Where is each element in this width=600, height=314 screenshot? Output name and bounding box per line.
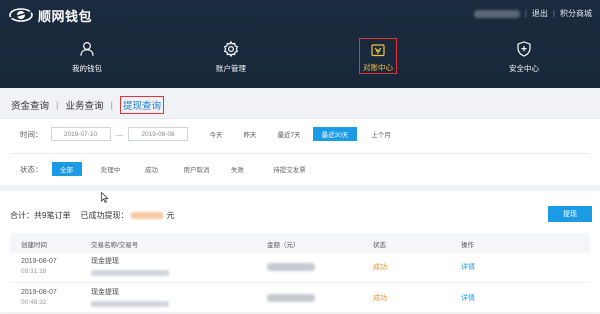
status-success-button[interactable]: 成功 — [137, 162, 167, 176]
created-time: 00:48:32 — [21, 299, 47, 306]
main-nav: 我的钱包 账户管理 对账中心 安全中心 — [0, 30, 600, 88]
created-time-cell: 2019-08-07 00:48:32 — [21, 288, 57, 308]
nav-label: 我的钱包 — [72, 64, 102, 73]
summary-bar: 合计：共9笔订单 已成功提现： 元 — [10, 210, 174, 221]
gear-icon — [223, 40, 239, 58]
tab-business-query[interactable]: 业务查询 — [65, 98, 103, 112]
separator: | — [524, 9, 527, 18]
status-user-cancelled-button[interactable]: 用户取消 — [177, 162, 217, 176]
logout-link[interactable]: 退出 — [532, 8, 548, 19]
column-header: 操作 — [461, 242, 474, 249]
quick-yesterday-button[interactable]: 昨天 — [235, 127, 265, 141]
status-pending-invoice-button[interactable]: 待提交发票 — [263, 162, 317, 176]
transaction-id-blurred — [91, 301, 169, 307]
details-link[interactable]: 详情 — [461, 293, 475, 303]
tab-fund-query[interactable]: 资金查询 — [11, 98, 49, 112]
shield-icon — [517, 41, 531, 57]
quick-last-month-button[interactable]: 上个月 — [359, 127, 403, 141]
table-row: 2019-08-07 09:31:18 现金提现 成功 详情 — [10, 253, 590, 283]
amount-blurred — [267, 294, 315, 302]
end-date-input[interactable]: 2019-08-08 — [128, 127, 188, 141]
status-label: 状态： — [20, 164, 43, 174]
transaction-name: 现金提现 — [91, 289, 119, 296]
section-gap — [0, 185, 600, 191]
date-range-dash: — — [115, 129, 124, 139]
table-header: 创建时间 交易名称/交易号 金额（元） 状态 操作 — [10, 233, 590, 253]
nav-label: 安全中心 — [509, 64, 539, 73]
created-time: 09:31:18 — [21, 268, 47, 275]
withdraw-button[interactable]: 提现 — [548, 206, 592, 222]
separator: | — [552, 9, 555, 18]
divider — [10, 153, 590, 154]
status-badge: 成功 — [373, 295, 387, 302]
table-row: 2019-08-07 00:48:32 现金提现 成功 详情 — [10, 284, 590, 314]
time-label: 时间： — [20, 129, 43, 139]
created-date: 2019-08-07 — [21, 258, 57, 265]
tab-separator: | — [110, 99, 113, 111]
withdrawn-amount-blurred — [131, 212, 164, 219]
mouse-cursor-icon — [101, 192, 109, 203]
time-filter: 时间： 2019-07-10 — 2019-08-08 今天 昨天 最近7天 最… — [20, 127, 403, 141]
nav-item-account-management[interactable]: 账户管理 — [191, 36, 271, 82]
transaction-cell: 现金提现 — [91, 288, 169, 311]
username-blurred — [473, 9, 520, 18]
logo-icon — [9, 8, 35, 22]
quick-today-button[interactable]: 今天 — [201, 127, 231, 141]
column-header: 交易名称/交易号 — [91, 242, 139, 249]
nav-label: 对账中心 — [363, 63, 393, 72]
top-header: 顺网钱包 | 退出 | 积分商城 我的钱包 账户管理 对账中心 安全中心 — [0, 0, 600, 88]
currency-unit: 元 — [166, 211, 175, 220]
created-time-cell: 2019-08-07 09:31:18 — [21, 257, 57, 277]
status-processing-button[interactable]: 处理中 — [91, 162, 131, 176]
column-header: 创建时间 — [21, 242, 47, 249]
details-link[interactable]: 详情 — [461, 262, 475, 272]
nav-item-my-wallet[interactable]: 我的钱包 — [47, 36, 127, 82]
column-header: 金额（元） — [267, 242, 300, 249]
status-failed-button[interactable]: 失败 — [223, 162, 253, 176]
points-mall-link[interactable]: 积分商城 — [560, 8, 592, 19]
quick-last-7-days-button[interactable]: 最近7天 — [269, 127, 309, 141]
reconcile-icon — [371, 44, 385, 57]
status-badge: 成功 — [373, 264, 387, 271]
divider — [0, 118, 600, 119]
tab-withdrawal-query[interactable]: 提现查询 — [119, 96, 164, 114]
sub-tabs: 资金查询 | 业务查询 | 提现查询 — [11, 96, 164, 114]
status-filter: 状态： 全部 处理中 成功 用户取消 失败 待提交发票 — [20, 162, 317, 176]
nav-item-security-center[interactable]: 安全中心 — [484, 36, 564, 82]
nav-label: 账户管理 — [216, 64, 246, 73]
user-icon — [80, 42, 94, 56]
transaction-name: 现金提现 — [91, 258, 119, 265]
created-date: 2019-08-07 — [21, 289, 57, 296]
transaction-id-blurred — [91, 270, 169, 276]
withdrawn-label: 已成功提现： — [80, 211, 129, 220]
nav-item-reconciliation-center[interactable]: 对账中心 — [359, 38, 397, 74]
tab-separator: | — [56, 99, 59, 111]
top-right-links: | 退出 | 积分商城 — [473, 8, 592, 19]
logo-text: 顺网钱包 — [38, 8, 93, 24]
status-all-button[interactable]: 全部 — [51, 162, 82, 176]
amount-blurred — [267, 263, 315, 271]
transaction-cell: 现金提现 — [91, 257, 169, 280]
column-header: 状态 — [373, 242, 386, 249]
quick-last-30-days-button[interactable]: 最近30天 — [313, 127, 357, 141]
wallet-logo[interactable]: 顺网钱包 — [8, 5, 92, 25]
order-total-text: 合计：共9笔订单 — [10, 211, 71, 220]
start-date-input[interactable]: 2019-07-10 — [50, 127, 111, 141]
